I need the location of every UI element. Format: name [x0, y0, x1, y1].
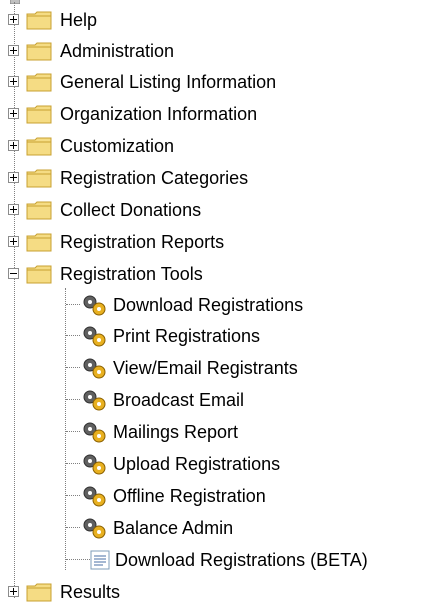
gears-icon [83, 422, 106, 442]
gears-icon [83, 326, 106, 346]
tree-item-label: Mailings Report [113, 421, 239, 442]
tree-item-customization[interactable]: Customization [8, 130, 176, 161]
tree-item-label: Print Registrations [113, 325, 261, 346]
expand-toggle[interactable] [8, 14, 19, 25]
tree-item-general-listing-information[interactable]: General Listing Information [8, 66, 278, 97]
tree-connector-branch [66, 527, 80, 528]
tree-item-balance-admin[interactable]: Balance Admin [81, 512, 235, 543]
expand-toggle[interactable] [8, 140, 19, 151]
expand-toggle[interactable] [8, 45, 19, 56]
folder-icon [26, 201, 52, 219]
folder-icon [26, 73, 52, 91]
tree-connector-branch [66, 495, 80, 496]
tree-item-registration-categories[interactable]: Registration Categories [8, 162, 250, 193]
tree-item-registration-reports[interactable]: Registration Reports [8, 226, 226, 257]
tree-item-mailings-report[interactable]: Mailings Report [81, 416, 240, 447]
navigation-tree: Help Administration General Listing Info… [0, 0, 421, 609]
tree-connector-branch [66, 335, 80, 336]
tree-item-download-registrations-beta[interactable]: Download Registrations (BETA) [89, 544, 370, 575]
expand-toggle[interactable] [8, 172, 19, 183]
expand-toggle[interactable] [8, 204, 19, 215]
tree-item-label: Download Registrations (BETA) [115, 549, 368, 570]
collapse-toggle[interactable] [8, 268, 19, 279]
expand-toggle[interactable] [8, 76, 19, 87]
folder-icon [26, 105, 52, 123]
tree-item-label: Upload Registrations [113, 453, 281, 474]
tree-item-label: Registration Tools [60, 263, 203, 284]
tree-item-help[interactable]: Help [8, 4, 99, 35]
gears-icon [83, 486, 106, 506]
gears-icon [83, 295, 106, 315]
folder-icon [26, 169, 52, 187]
open-folder-icon [26, 265, 52, 283]
tree-item-broadcast-email[interactable]: Broadcast Email [81, 384, 246, 415]
expand-toggle[interactable] [8, 236, 19, 247]
tree-connector-branch [66, 559, 90, 560]
tree-item-label: Registration Categories [60, 167, 249, 188]
tree-item-label: Administration [60, 40, 175, 61]
folder-icon [26, 42, 52, 60]
tree-connector-branch [66, 431, 80, 432]
folder-icon [26, 137, 52, 155]
tree-item-label: Broadcast Email [113, 389, 245, 410]
folder-icon [26, 583, 52, 601]
gears-icon [83, 358, 106, 378]
tree-item-label: Collect Donations [60, 199, 202, 220]
tree-item-upload-registrations[interactable]: Upload Registrations [81, 448, 282, 479]
tree-item-registration-tools[interactable]: Registration Tools [8, 258, 205, 289]
folder-icon [26, 233, 52, 251]
tree-item-label: Organization Information [60, 103, 258, 124]
expand-toggle[interactable] [8, 586, 19, 597]
tree-item-label: Offline Registration [113, 485, 266, 506]
tree-connector-branch [66, 463, 80, 464]
tree-connector-branch [66, 367, 80, 368]
tree-connector-branch [66, 399, 80, 400]
tree-connector-branch [66, 304, 80, 305]
tree-item-collect-donations[interactable]: Collect Donations [8, 194, 203, 225]
tree-item-view-email-registrants[interactable]: View/Email Registrants [81, 352, 300, 383]
tree-item-label: Download Registrations [113, 294, 304, 315]
tree-item-label: Registration Reports [60, 231, 225, 252]
document-icon [90, 550, 110, 569]
expand-toggle[interactable] [8, 108, 19, 119]
folder-icon [26, 11, 52, 29]
tree-item-label: General Listing Information [60, 71, 277, 92]
tree-item-label: View/Email Registrants [113, 357, 298, 378]
tree-item-results[interactable]: Results [8, 576, 122, 607]
gears-icon [83, 390, 106, 410]
tree-item-download-registrations[interactable]: Download Registrations [81, 289, 305, 320]
tree-item-label: Balance Admin [113, 517, 234, 538]
tree-item-organization-information[interactable]: Organization Information [8, 98, 259, 129]
tree-item-administration[interactable]: Administration [8, 35, 176, 66]
gears-icon [83, 454, 106, 474]
gears-icon [83, 518, 106, 538]
tree-item-label: Help [60, 9, 98, 30]
tree-item-offline-registration[interactable]: Offline Registration [81, 480, 268, 511]
tree-item-print-registrations[interactable]: Print Registrations [81, 320, 262, 351]
tree-item-label: Customization [60, 135, 175, 156]
tree-item-label: Results [60, 581, 121, 602]
